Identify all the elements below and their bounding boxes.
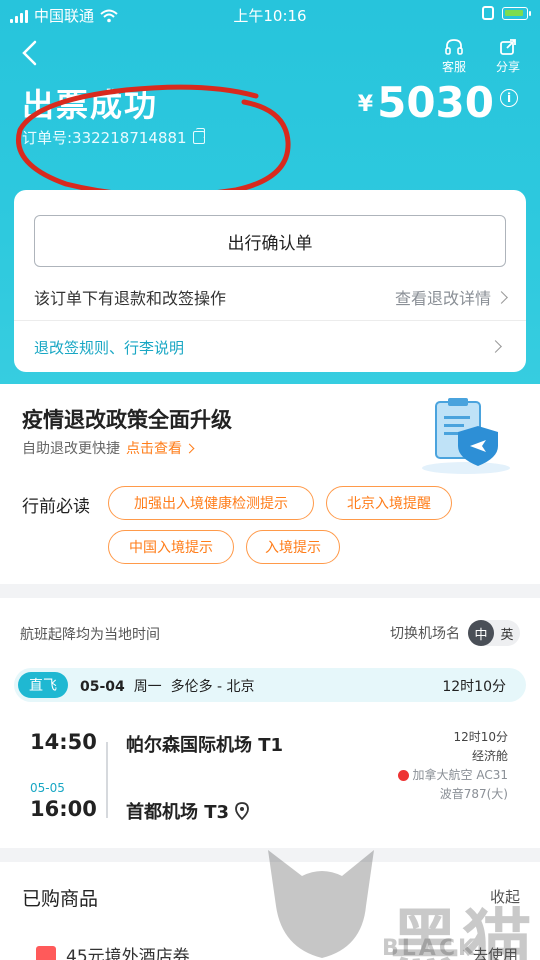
chip-entry-tips[interactable]: 入境提示 (246, 530, 340, 564)
refund-row[interactable]: 该订单下有退款和改签操作 查看退改详情 (34, 285, 508, 309)
detail-duration: 12时10分 (453, 730, 508, 744)
chevron-right-icon (489, 340, 502, 353)
refund-notice: 该订单下有退款和改签操作 (34, 289, 227, 308)
policy-view-link[interactable]: 点击查看 (126, 438, 195, 458)
order-number-text: 订单号:332218714881 (22, 129, 187, 147)
share-button[interactable]: 分享 (486, 38, 530, 75)
chevron-right-icon (495, 290, 508, 304)
toggle-chinese[interactable]: 中 (468, 620, 494, 646)
page-title: 出票成功 (22, 86, 159, 124)
pre-travel-label: 行前必读 (22, 497, 90, 517)
language-toggle[interactable]: 中 英 (468, 620, 520, 646)
flight-details: 12时10分 经济舱 加拿大航空 AC31 波音787(大) (397, 728, 508, 804)
flight-date: 05-04 (80, 679, 125, 695)
price-amount: 5030 (377, 78, 494, 127)
policy-section: 疫情退改政策全面升级 自助退改更快捷 点击查看 行前必读 加强出入境健康检测提示… (0, 384, 540, 584)
air-canada-logo-icon (397, 770, 409, 781)
airline-flight-number: 加拿大航空 AC31 (412, 768, 508, 782)
flight-weekday: 周一 (133, 679, 162, 695)
goods-title: 已购商品 (22, 888, 99, 910)
copy-icon[interactable] (192, 128, 205, 144)
flight-duration: 12时10分 (442, 679, 506, 695)
arrival-date: 05-05 (30, 781, 65, 795)
status-time: 上午10:16 (233, 7, 307, 25)
flight-section: 航班起降均为当地时间 切换机场名 中 英 直飞 05-04 周一 多伦多 - 北… (0, 598, 540, 848)
segment-info: 05-04 周一 多伦多 - 北京 (80, 676, 255, 696)
flight-segment-bar: 直飞 05-04 周一 多伦多 - 北京 12时10分 (14, 668, 526, 702)
direct-flight-tag: 直飞 (18, 672, 68, 698)
use-coupon-button[interactable]: 去使用 (473, 944, 518, 960)
flight-route: 多伦多 - 北京 (170, 679, 255, 695)
timeline-line (106, 742, 108, 818)
chip-china-entry[interactable]: 中国入境提示 (108, 530, 234, 564)
customer-service-label: 客服 (441, 60, 466, 74)
order-number: 订单号:332218714881 (22, 127, 205, 148)
customer-service-button[interactable]: 客服 (432, 38, 476, 75)
departure-airport: 帕尔森国际机场 T1 (126, 735, 284, 756)
travel-confirmation-button[interactable]: 出行确认单 (34, 215, 506, 267)
cabin-class: 经济舱 (471, 749, 508, 763)
chip-beijing-entry[interactable]: 北京入境提醒 (326, 486, 452, 520)
timezone-note: 航班起降均为当地时间 (20, 627, 160, 643)
currency-symbol: ¥ (357, 92, 374, 117)
share-label: 分享 (495, 60, 520, 74)
coupon-icon (36, 945, 56, 960)
toggle-english[interactable]: 英 (494, 620, 520, 646)
purchased-goods-section: 已购商品 收起 45元境外酒店券 去使用 (0, 862, 540, 960)
price-info-icon[interactable]: i (500, 89, 518, 107)
share-icon (500, 39, 516, 55)
document-shield-icon (422, 398, 510, 474)
total-price: ¥ 5030 i (358, 78, 518, 127)
status-bar: 中国联通 上午10:16 (0, 0, 540, 30)
refund-details-link[interactable]: 查看退改详情 (394, 285, 508, 309)
rules-link[interactable]: 退改签规则、行李说明 (34, 337, 506, 357)
departure-time: 14:50 (30, 730, 97, 754)
collapse-button[interactable]: 收起 (490, 886, 520, 907)
location-pin-icon[interactable] (235, 802, 249, 820)
policy-subtitle-text: 自助退改更快捷 (22, 441, 120, 457)
policy-subtitle: 自助退改更快捷 点击查看 (22, 438, 195, 458)
airline-row: 加拿大航空 AC31 (397, 766, 508, 785)
aircraft-type: 波音787(大) (439, 787, 508, 801)
airport-name-switch: 切换机场名 中 英 (390, 620, 520, 646)
ticket-card: 出行确认单 该订单下有退款和改签操作 查看退改详情 退改签规则、行李说明 (14, 190, 526, 372)
switch-label: 切换机场名 (390, 626, 460, 642)
policy-title: 疫情退改政策全面升级 (22, 408, 232, 432)
rotation-lock-icon (482, 6, 494, 20)
chip-health-check[interactable]: 加强出入境健康检测提示 (108, 486, 314, 520)
goods-item: 45元境外酒店券 (36, 942, 190, 960)
policy-view-label: 点击查看 (126, 441, 182, 457)
rules-label: 退改签规则、行李说明 (34, 339, 185, 357)
battery-icon (502, 6, 531, 20)
divider (14, 320, 526, 321)
arrival-airport: 首都机场 T3 (126, 802, 230, 823)
refund-details-label: 查看退改详情 (394, 289, 491, 308)
back-icon[interactable] (16, 38, 46, 68)
chevron-right-icon (184, 443, 195, 453)
arrival-airport-row: 首都机场 T3 (126, 798, 249, 824)
arrival-time: 16:00 (30, 797, 97, 821)
goods-item-label: 45元境外酒店券 (66, 947, 190, 960)
headset-icon (445, 39, 463, 55)
